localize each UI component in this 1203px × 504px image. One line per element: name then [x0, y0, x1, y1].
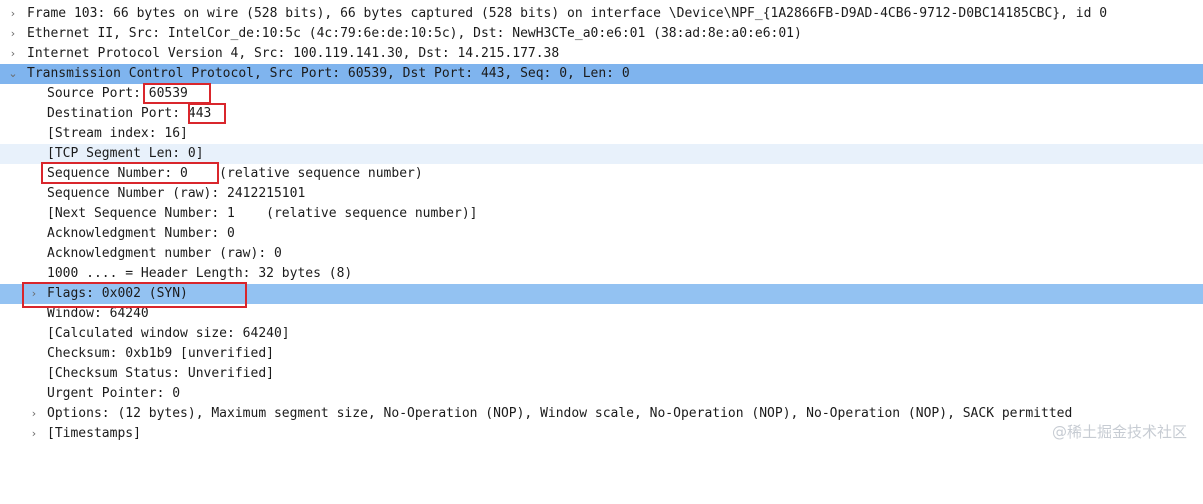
tree-row-label: Internet Protocol Version 4, Src: 100.11…	[27, 46, 560, 61]
tree-row-label: Acknowledgment number (raw): 0	[47, 246, 282, 261]
tcp-window-row[interactable]: Window: 64240	[0, 304, 1203, 324]
source-port-value: 60539	[148, 86, 188, 101]
chevron-right-icon[interactable]: ›	[27, 404, 41, 424]
watermark: @稀土掘金技术社区	[1051, 423, 1187, 441]
tcp-checksum-row[interactable]: Checksum: 0xb1b9 [unverified]	[0, 344, 1203, 364]
field-name: Source Port:	[47, 86, 149, 101]
tcp-header-length-row[interactable]: 1000 .... = Header Length: 32 bytes (8)	[0, 264, 1203, 284]
chevron-right-icon[interactable]: ›	[6, 24, 20, 44]
tree-row-label: [Next Sequence Number: 1 (relative seque…	[47, 206, 478, 221]
tree-row-label: [Checksum Status: Unverified]	[47, 366, 274, 381]
tree-row-label: [TCP Segment Len: 0]	[47, 146, 204, 161]
chevron-right-icon[interactable]: ›	[6, 44, 20, 64]
tcp-stream-index-row[interactable]: [Stream index: 16]	[0, 124, 1203, 144]
tree-row-label: Acknowledgment Number: 0	[47, 226, 235, 241]
tcp-destination-port-row[interactable]: Destination Port: 443	[0, 104, 1203, 124]
tree-row-label: Sequence Number (raw): 2412215101	[47, 186, 306, 201]
tree-row-label: [Stream index: 16]	[47, 126, 188, 141]
tree-row-label: Checksum: 0xb1b9 [unverified]	[47, 346, 274, 361]
tree-row-label: Transmission Control Protocol, Src Port:…	[27, 66, 630, 81]
tcp-timestamps-row[interactable]: › [Timestamps]	[0, 424, 1203, 444]
tree-row-label: [Timestamps]	[47, 426, 141, 441]
tcp-checksum-status-row[interactable]: [Checksum Status: Unverified]	[0, 364, 1203, 384]
field-name: Destination Port:	[47, 106, 188, 121]
tree-row-label: Source Port: 60539	[47, 84, 188, 104]
tree-row-label: Flags: 0x002 (SYN)	[47, 286, 188, 301]
tree-row-label: Sequence Number: 0 (relative sequence nu…	[47, 166, 423, 181]
tree-row-label: Destination Port: 443	[47, 104, 211, 124]
tcp-ack-number-raw-row[interactable]: Acknowledgment number (raw): 0	[0, 244, 1203, 264]
tree-row-label: 1000 .... = Header Length: 32 bytes (8)	[47, 266, 353, 281]
chevron-right-icon[interactable]: ›	[27, 424, 41, 444]
tcp-segment-len-row[interactable]: [TCP Segment Len: 0]	[0, 144, 1203, 164]
tcp-options-row[interactable]: › Options: (12 bytes), Maximum segment s…	[0, 404, 1203, 424]
tree-row-label: [Calculated window size: 64240]	[47, 326, 290, 341]
tree-row-label: Frame 103: 66 bytes on wire (528 bits), …	[27, 6, 1108, 21]
tree-row-label: Ethernet II, Src: IntelCor_de:10:5c (4c:…	[27, 26, 802, 41]
destination-port-value: 443	[187, 106, 212, 121]
tcp-sequence-number-raw-row[interactable]: Sequence Number (raw): 2412215101	[0, 184, 1203, 204]
chevron-down-icon[interactable]: ⌄	[6, 64, 20, 84]
tree-row-label: Urgent Pointer: 0	[47, 386, 181, 401]
tree-row-frame[interactable]: › Frame 103: 66 bytes on wire (528 bits)…	[0, 4, 1203, 24]
tcp-source-port-row[interactable]: Source Port: 60539	[0, 84, 1203, 104]
tcp-sequence-number-row[interactable]: Sequence Number: 0 (relative sequence nu…	[0, 164, 1203, 184]
tcp-flags-row[interactable]: › Flags: 0x002 (SYN)	[0, 284, 1203, 304]
chevron-right-icon[interactable]: ›	[27, 284, 41, 304]
tcp-urgent-pointer-row[interactable]: Urgent Pointer: 0	[0, 384, 1203, 404]
tcp-ack-number-row[interactable]: Acknowledgment Number: 0	[0, 224, 1203, 244]
tcp-calculated-window-row[interactable]: [Calculated window size: 64240]	[0, 324, 1203, 344]
chevron-right-icon[interactable]: ›	[6, 4, 20, 24]
tcp-next-sequence-number-row[interactable]: [Next Sequence Number: 1 (relative seque…	[0, 204, 1203, 224]
tree-row-ip[interactable]: › Internet Protocol Version 4, Src: 100.…	[0, 44, 1203, 64]
tree-row-tcp[interactable]: ⌄ Transmission Control Protocol, Src Por…	[0, 64, 1203, 84]
tree-row-label: Window: 64240	[47, 306, 149, 321]
tree-row-ethernet[interactable]: › Ethernet II, Src: IntelCor_de:10:5c (4…	[0, 24, 1203, 44]
packet-details-tree: › Frame 103: 66 bytes on wire (528 bits)…	[0, 4, 1203, 444]
tree-row-label: Options: (12 bytes), Maximum segment siz…	[47, 406, 1073, 421]
